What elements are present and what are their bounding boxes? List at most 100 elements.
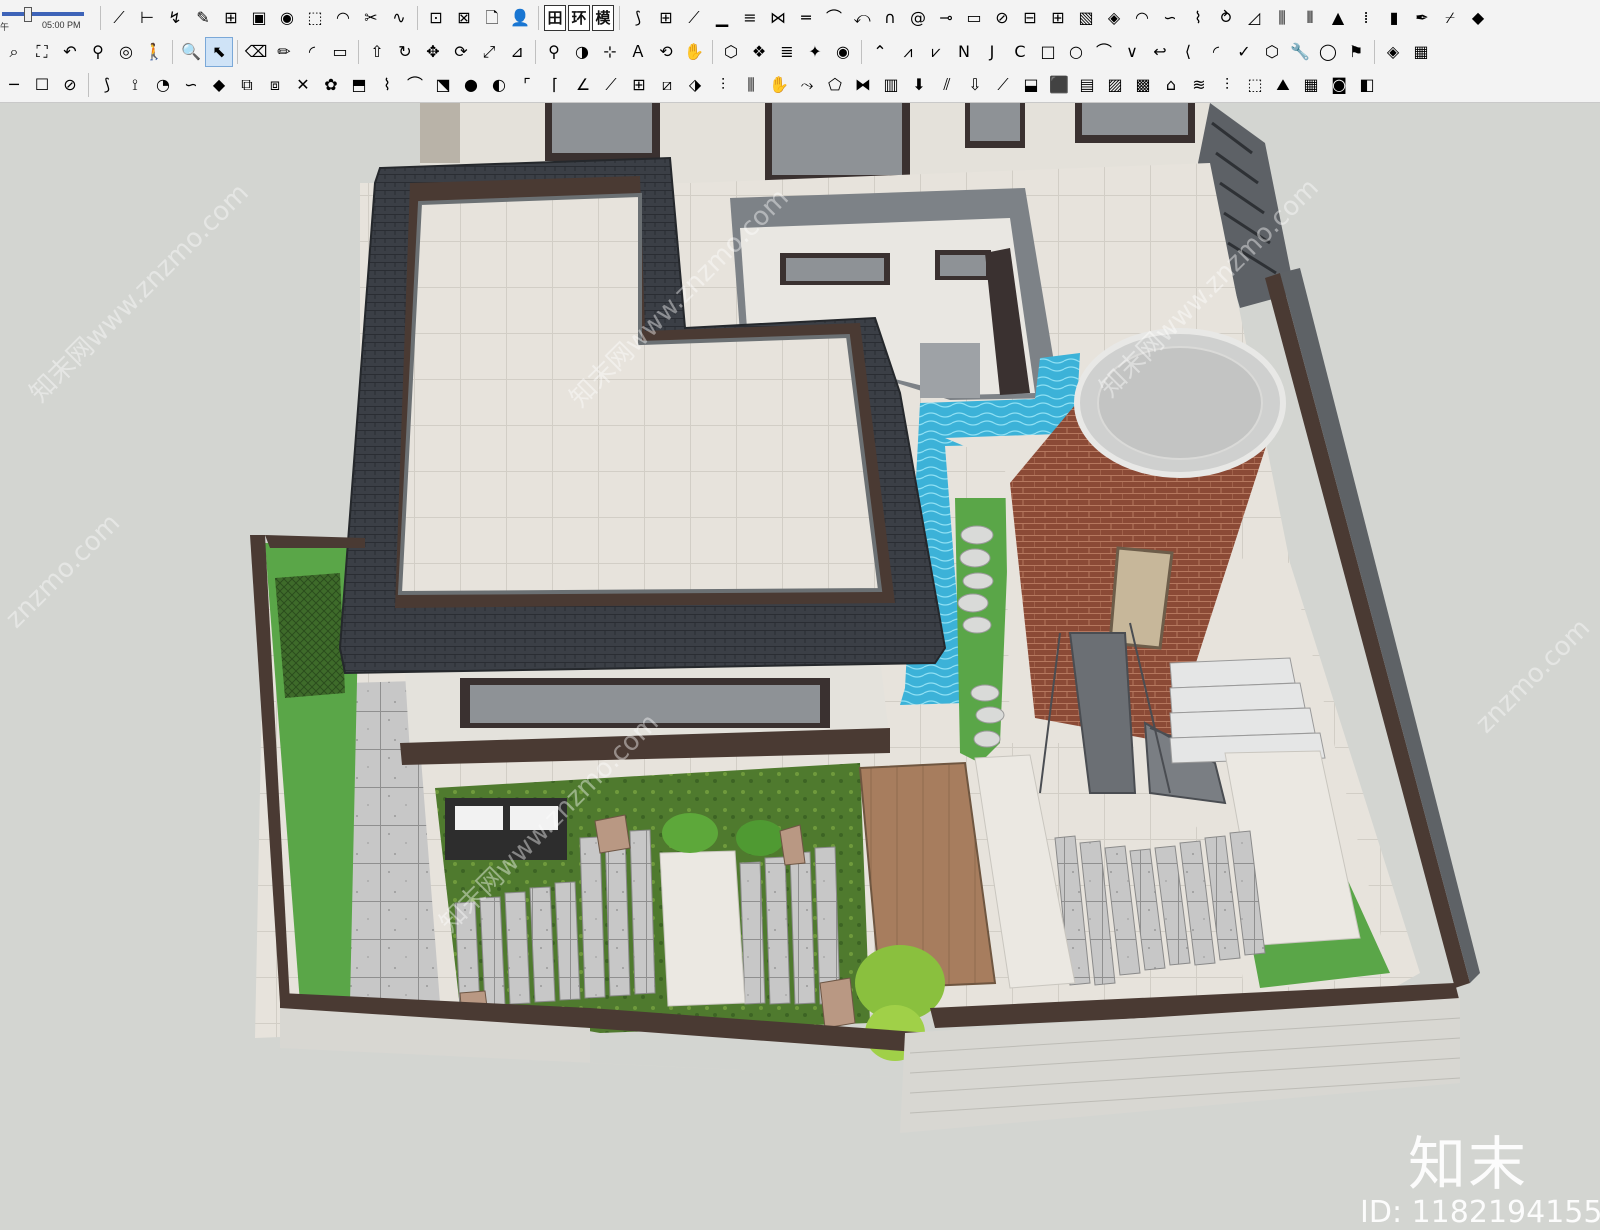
- arrow-down-button[interactable]: ⬇: [906, 71, 932, 99]
- fill-tool-button[interactable]: ◆: [206, 71, 232, 99]
- draw-check-button[interactable]: ✓: [1231, 38, 1257, 66]
- draw-arc-2-button[interactable]: ◜: [1203, 38, 1229, 66]
- previous-view-button[interactable]: ↶: [57, 38, 83, 66]
- tape-measure-button[interactable]: ⚲: [541, 38, 567, 66]
- section-display-button[interactable]: ⊠: [451, 4, 477, 32]
- scale-tool-button[interactable]: ⤢: [476, 38, 502, 66]
- slope-tool-button[interactable]: ⟋: [990, 71, 1016, 99]
- protractor-button[interactable]: ◑: [569, 38, 595, 66]
- walk-tool-button[interactable]: ⚲: [85, 38, 111, 66]
- roof-tool-button[interactable]: ⌂: [1158, 71, 1184, 99]
- layers-tool-button[interactable]: ≣: [774, 38, 800, 66]
- draw-zig-button[interactable]: ⩘: [895, 38, 921, 66]
- sphere-tool-button[interactable]: ●: [458, 71, 484, 99]
- hatch-tool-button[interactable]: ▩: [1130, 71, 1156, 99]
- pan-tool-button[interactable]: ✋: [681, 38, 707, 66]
- flag-tool-button[interactable]: ⚑: [1343, 38, 1369, 66]
- user-account-button[interactable]: 👤: [507, 4, 533, 32]
- shell-tool-button[interactable]: ⬔: [430, 71, 456, 99]
- grid-tool-button[interactable]: ⊟: [1017, 4, 1043, 32]
- hand-tool-button[interactable]: ✋: [766, 71, 792, 99]
- styles-tool-button[interactable]: ✦: [802, 38, 828, 66]
- dome-tool-button[interactable]: ◠: [1129, 4, 1155, 32]
- zoom-extents-button[interactable]: ⌕: [1, 38, 27, 66]
- scissors-cut-button[interactable]: ✂: [358, 4, 384, 32]
- terrain-tool-button[interactable]: ⛰: [1270, 71, 1296, 99]
- new-file-button[interactable]: 🗋: [479, 4, 505, 32]
- 3d-viewport[interactable]: 知末网www.znzmo.com 知末网www.znzmo.com 知末网www…: [0, 103, 1600, 1230]
- text-tool-button[interactable]: Ａ: [625, 38, 651, 66]
- cut-tool-button[interactable]: ⧄: [654, 71, 680, 99]
- shadow-tool-button[interactable]: ⫶: [710, 71, 736, 99]
- intersect-tool-button[interactable]: ⧓: [850, 71, 876, 99]
- corner-tool-button[interactable]: ⌜: [514, 71, 540, 99]
- dots-tool-button[interactable]: ⁞: [1353, 4, 1379, 32]
- wrench-tool-button[interactable]: 🔧: [1287, 38, 1313, 66]
- ellipse-tool-button[interactable]: ◯: [1315, 38, 1341, 66]
- stripes-tool-button[interactable]: ⫶: [1214, 71, 1240, 99]
- shadow-slider-knob[interactable]: [24, 6, 32, 22]
- material-box-button[interactable]: ▣: [246, 4, 272, 32]
- draw-hook-button[interactable]: ↩: [1147, 38, 1173, 66]
- follow-me-tool-button[interactable]: ↯: [162, 4, 188, 32]
- outliner-button[interactable]: ⊞: [218, 4, 244, 32]
- ceiling-tool-button[interactable]: ⬓: [1018, 71, 1044, 99]
- door-tool-button[interactable]: ▮: [1381, 4, 1407, 32]
- component-tool-button[interactable]: ⬡: [718, 38, 744, 66]
- grass-tool-button[interactable]: ▦: [1298, 71, 1324, 99]
- zoom-tool-button[interactable]: 🔍: [178, 38, 204, 66]
- rectangle-tool-button[interactable]: ▭: [327, 38, 353, 66]
- profile-tool-button[interactable]: ◉: [830, 38, 856, 66]
- line-style-button[interactable]: ─: [1, 71, 27, 99]
- grid-render-button[interactable]: ▦: [1408, 38, 1434, 66]
- joint-tool-button[interactable]: ⋈: [765, 4, 791, 32]
- pen-tool-button[interactable]: ✒: [1409, 4, 1435, 32]
- paint-bucket-button[interactable]: ◉: [274, 4, 300, 32]
- section-plane-button[interactable]: ⊡: [423, 4, 449, 32]
- beam-tool-button[interactable]: ⬛: [1046, 71, 1072, 99]
- box-tool-button[interactable]: ▧: [1073, 4, 1099, 32]
- sweep-tool-button[interactable]: ⌿: [1437, 4, 1463, 32]
- draw-circle-button[interactable]: ○: [1063, 38, 1089, 66]
- spiral-tool-button[interactable]: @: [905, 4, 931, 32]
- array-tool-button[interactable]: ⊞: [626, 71, 652, 99]
- plank-tool-button[interactable]: ≡: [737, 4, 763, 32]
- draw-square-button[interactable]: □: [1035, 38, 1061, 66]
- ramp-tool-button[interactable]: ⟋: [681, 4, 707, 32]
- select-tool-button[interactable]: ⬉: [205, 36, 233, 67]
- zoom-window-button[interactable]: ⛶: [29, 38, 55, 66]
- stair-tool-button[interactable]: ⟆: [625, 4, 651, 32]
- eraser-brush-button[interactable]: ✎: [190, 4, 216, 32]
- rotate-tool-button[interactable]: ⟳: [448, 38, 474, 66]
- shadow-time-widget[interactable]: 午 05:00 PM: [0, 3, 92, 33]
- steps-tool-button[interactable]: ▁: [709, 4, 735, 32]
- cross-tool-button[interactable]: ✕: [290, 71, 316, 99]
- flatten-tool-button[interactable]: ═: [793, 4, 819, 32]
- map-tool-button[interactable]: ⬚: [302, 4, 328, 32]
- pick-tool-button[interactable]: ⬗: [682, 71, 708, 99]
- floor-tool-button[interactable]: ▤: [1074, 71, 1100, 99]
- angle-tool-button[interactable]: ∠: [570, 71, 596, 99]
- draw-bracket-button[interactable]: ⟨: [1175, 38, 1201, 66]
- fillet-tool-button[interactable]: ⌈: [542, 71, 568, 99]
- smooth-tool-button[interactable]: ✿: [318, 71, 344, 99]
- orbit-tool-button[interactable]: ⟲: [653, 38, 679, 66]
- texture-tool-button[interactable]: ▨: [1102, 71, 1128, 99]
- triangle-tool-button[interactable]: ◿: [1241, 4, 1267, 32]
- env-button[interactable]: 环: [568, 4, 590, 31]
- polyline-tool-button[interactable]: ⟟: [122, 71, 148, 99]
- twist-tool-button[interactable]: ⤺: [849, 4, 875, 32]
- column-tool-button[interactable]: ⫴: [1297, 4, 1323, 32]
- draw-zag-button[interactable]: ⩗: [923, 38, 949, 66]
- pencil-tool-button[interactable]: ✏: [271, 38, 297, 66]
- render-tool-button[interactable]: ◈: [1380, 38, 1406, 66]
- rebar-tool-button[interactable]: ⫽: [934, 71, 960, 99]
- bend-tool-button[interactable]: ⌒: [821, 4, 847, 32]
- look-around-button[interactable]: ◎: [113, 38, 139, 66]
- walk-person-button[interactable]: 🚶: [141, 38, 167, 66]
- draw-j-button[interactable]: Ϳ: [979, 38, 1005, 66]
- tile-tool-button[interactable]: ⊞: [1045, 4, 1071, 32]
- box-3d-button[interactable]: ⬚: [1242, 71, 1268, 99]
- sketchup-logo-button[interactable]: ◆: [1465, 4, 1491, 32]
- shape-tool-button[interactable]: ⬠: [822, 71, 848, 99]
